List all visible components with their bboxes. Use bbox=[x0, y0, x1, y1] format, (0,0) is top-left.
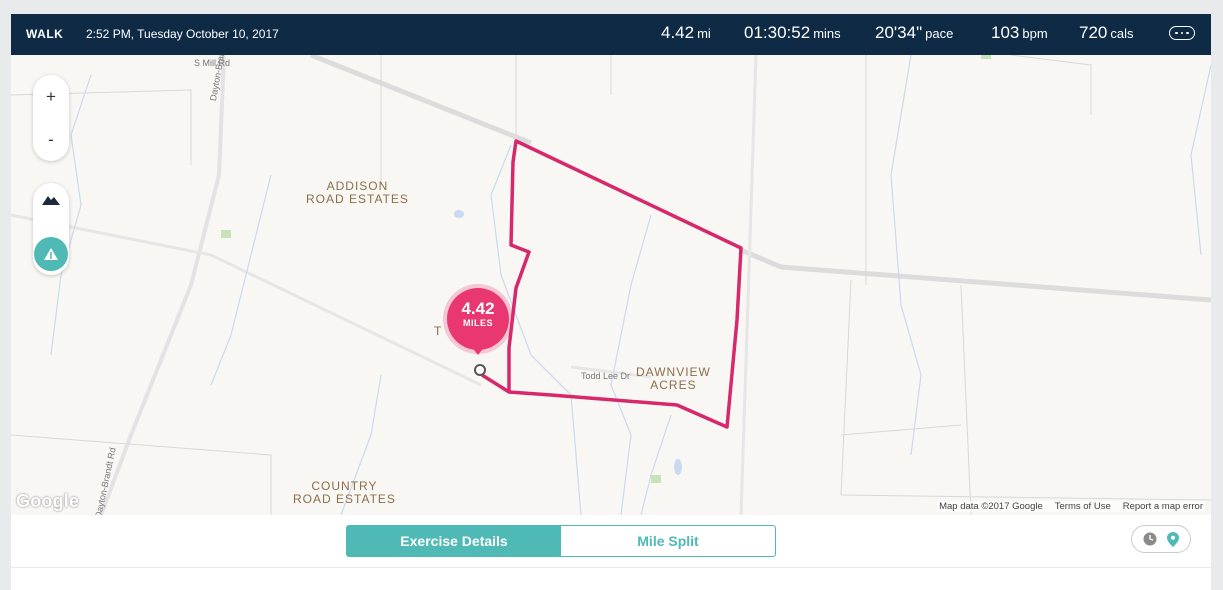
activity-header: WALK 2:52 PM, Tuesday October 10, 2017 4… bbox=[11, 14, 1211, 55]
stat-duration: 01:30:52 mins bbox=[744, 23, 841, 42]
marker-pointer bbox=[471, 346, 485, 355]
details-bar: Exercise Details Mile Split bbox=[11, 515, 1211, 567]
stat-heart-rate: 103 bpm bbox=[991, 23, 1048, 42]
more-options-button[interactable] bbox=[1169, 26, 1195, 40]
report-map-error-link[interactable]: Report a map error bbox=[1123, 501, 1203, 512]
start-point-icon bbox=[474, 364, 486, 376]
route-map[interactable]: ADDISON ROAD ESTATES T ODS DAWNVIEW ACRE… bbox=[11, 55, 1211, 515]
marker-distance-unit: MILES bbox=[462, 318, 493, 328]
stat-pace: 20'34" pace bbox=[875, 23, 954, 42]
activity-datetime: 2:52 PM, Tuesday October 10, 2017 bbox=[86, 27, 279, 41]
map-data-credit: Map data ©2017 Google bbox=[939, 501, 1043, 512]
view-tabs: Exercise Details Mile Split bbox=[346, 525, 776, 557]
tab-exercise-details[interactable]: Exercise Details bbox=[347, 526, 561, 556]
zoom-out-button[interactable]: - bbox=[33, 118, 69, 161]
map-layer-controls bbox=[33, 183, 69, 275]
tab-mile-split[interactable]: Mile Split bbox=[561, 526, 775, 556]
place-dawnview-acres: DAWNVIEW ACRES bbox=[636, 365, 711, 392]
roadmap-view-button[interactable] bbox=[34, 237, 68, 271]
map-attribution: Map data ©2017 Google Terms of Use Repor… bbox=[937, 501, 1205, 512]
map-pin-icon[interactable] bbox=[1167, 531, 1179, 547]
google-logo: Google bbox=[16, 491, 80, 511]
place-country-road-estates: COUNTRY ROAD ESTATES bbox=[293, 479, 396, 506]
place-addison-road-estates: ADDISON ROAD ESTATES bbox=[306, 179, 409, 206]
map-base-layer bbox=[11, 55, 1211, 515]
zoom-in-button[interactable]: + bbox=[33, 75, 69, 118]
stat-calories: 720 cals bbox=[1079, 23, 1134, 42]
distance-marker: 4.42 MILES bbox=[447, 288, 509, 350]
zoom-controls: + - bbox=[33, 75, 69, 161]
stat-distance: 4.42 mi bbox=[661, 23, 711, 42]
road-label-todd-lee-dr: Todd Lee Dr bbox=[581, 371, 631, 381]
more-icon bbox=[1175, 31, 1178, 35]
view-mode-toggle[interactable] bbox=[1131, 525, 1191, 553]
clock-icon[interactable] bbox=[1143, 532, 1157, 546]
terms-of-use-link[interactable]: Terms of Use bbox=[1055, 501, 1111, 512]
activity-type: WALK bbox=[26, 27, 64, 41]
content-area bbox=[11, 568, 1211, 590]
road-icon bbox=[44, 248, 58, 260]
terrain-icon[interactable] bbox=[41, 193, 61, 207]
marker-distance-value: 4.42 bbox=[461, 299, 495, 318]
